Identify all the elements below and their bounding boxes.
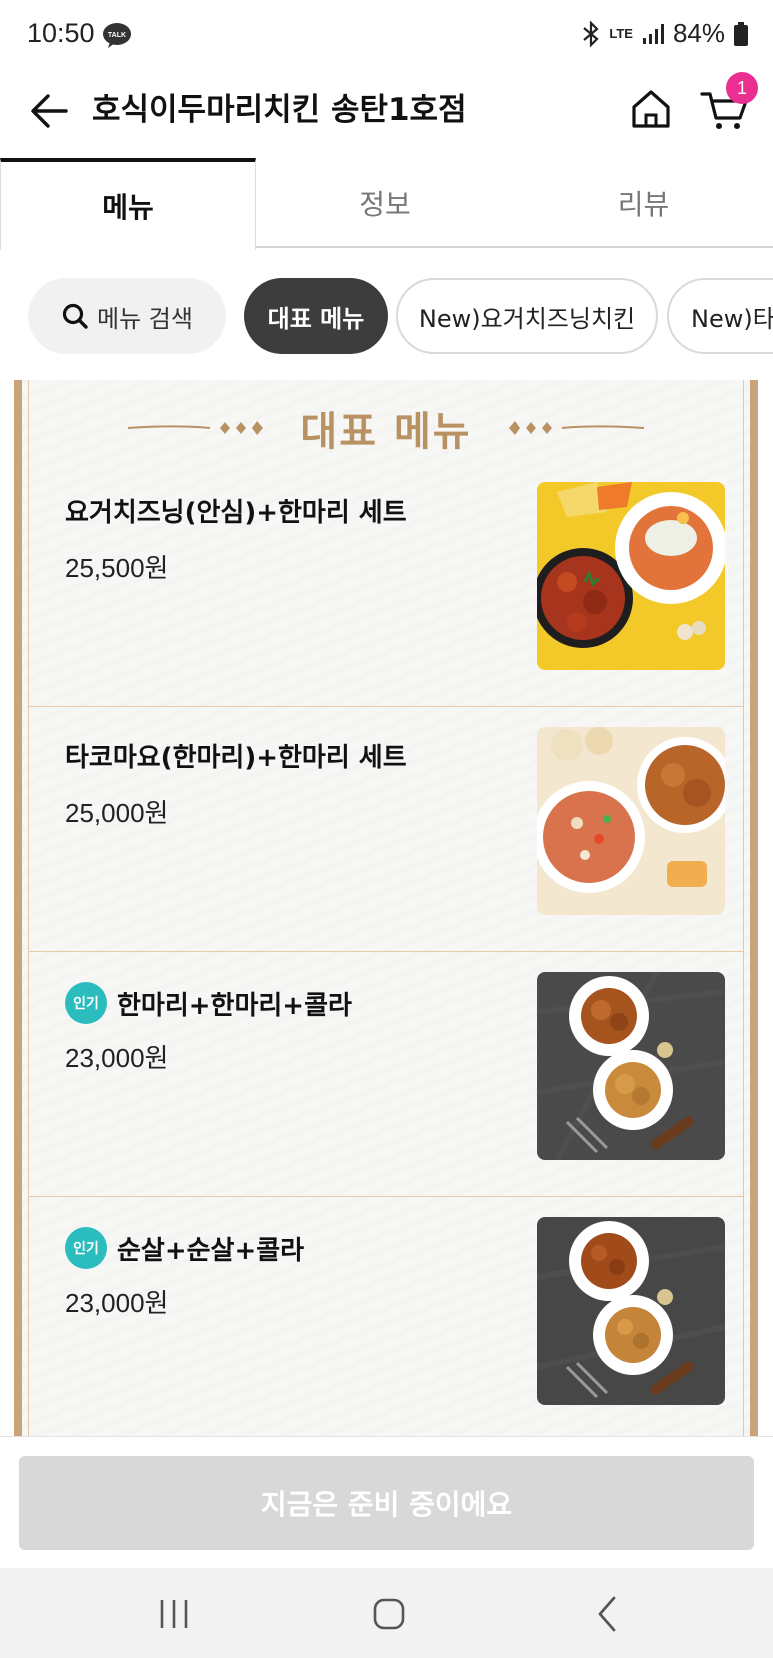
menu-item[interactable]: 요거치즈닝(안심)+한마리 세트 25,500원: [29, 462, 743, 707]
back-arrow-icon[interactable]: [26, 88, 72, 134]
search-icon: [62, 303, 88, 329]
battery-icon: [734, 21, 748, 46]
menu-item-price: 25,000원: [65, 798, 169, 828]
app-header: 호식이두마리치킨 송탄1호점 1: [0, 70, 773, 160]
kakaotalk-icon: TALK: [103, 23, 131, 48]
home-icon[interactable]: [628, 86, 674, 132]
food-photo-fried-chicken: [537, 972, 725, 1160]
menu-item[interactable]: 타코마요(한마리)+한마리 세트 25,000원: [29, 707, 743, 952]
popular-badge: 인기: [65, 982, 107, 1024]
menu-item-name: 타코마요(한마리)+한마리 세트: [65, 743, 407, 773]
status-time: 10:50: [27, 18, 95, 48]
board-title: 대표 메뉴: [300, 409, 472, 455]
board-header: 대표 메뉴: [29, 398, 743, 458]
category-chips: 메뉴 검색 대표 메뉴 New)요거치즈닝치킨 New)타: [0, 270, 773, 356]
menu-search-label: 메뉴 검색: [97, 304, 193, 333]
chip-new-yogurt-cheese[interactable]: New)요거치즈닝치킨: [396, 278, 658, 354]
tab-menu[interactable]: 메뉴: [0, 158, 256, 250]
store-title: 호식이두마리치킨 송탄1호점: [92, 92, 467, 128]
home-nav-icon[interactable]: [367, 1592, 411, 1636]
chip-signature-menu[interactable]: 대표 메뉴: [244, 278, 388, 354]
bluetooth-icon: [583, 20, 599, 47]
chip-new-partial[interactable]: New)타: [667, 278, 773, 354]
menu-item[interactable]: 인기 순살+순살+콜라 23,000원: [29, 1197, 743, 1436]
food-photo-boneless-chicken: [537, 1217, 725, 1405]
tab-bar: 메뉴 정보 리뷰: [0, 158, 773, 250]
menu-item-name: 인기 한마리+한마리+콜라: [65, 982, 352, 1024]
ornament-right-icon: [508, 421, 644, 435]
tab-info[interactable]: 정보: [256, 158, 514, 248]
menu-item-price: 23,000원: [65, 1288, 169, 1318]
order-button-disabled[interactable]: 지금은 준비 중이에요: [19, 1456, 754, 1550]
network-type: LTE: [609, 26, 633, 41]
menu-item-price: 23,000원: [65, 1043, 169, 1073]
tab-reviews[interactable]: 리뷰: [514, 158, 773, 248]
bottom-action-area: 지금은 준비 중이에요: [0, 1436, 773, 1568]
food-photo-yogurt-cheese: [537, 482, 725, 670]
ornament-left-icon: [128, 421, 264, 435]
battery-percent: 84%: [672, 18, 725, 48]
menu-item-name: 요거치즈닝(안심)+한마리 세트: [65, 498, 407, 528]
back-nav-icon[interactable]: [586, 1592, 630, 1636]
status-bar: 10:50 TALK LTE 84%: [0, 0, 773, 70]
cart-count-badge: 1: [726, 72, 758, 104]
menu-board: 대표 메뉴 요거치즈닝(안심)+한마리 세트 25,500원 타코마요(한마리)…: [14, 380, 758, 1436]
menu-item[interactable]: 인기 한마리+한마리+콜라 23,000원: [29, 952, 743, 1197]
menu-item-name: 인기 순살+순살+콜라: [65, 1227, 304, 1269]
popular-badge: 인기: [65, 1227, 107, 1269]
status-right: LTE 84%: [581, 18, 749, 49]
recent-apps-icon[interactable]: [152, 1592, 196, 1636]
system-nav-bar: [0, 1568, 773, 1658]
board-frame: 대표 메뉴 요거치즈닝(안심)+한마리 세트 25,500원 타코마요(한마리)…: [28, 380, 744, 1436]
menu-search-button[interactable]: 메뉴 검색: [28, 278, 226, 354]
svg-text:TALK: TALK: [108, 32, 126, 39]
signal-icon: [642, 23, 664, 44]
food-photo-taco-mayo: [537, 727, 725, 915]
menu-item-price: 25,500원: [65, 553, 169, 583]
